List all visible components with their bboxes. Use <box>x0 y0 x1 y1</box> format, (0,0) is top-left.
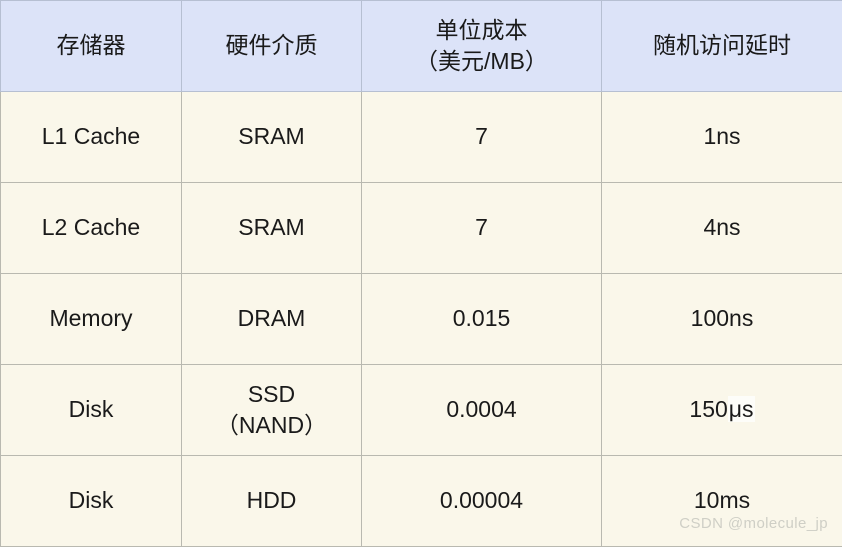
cell-medium-line1: SSD <box>182 379 361 410</box>
table-row: L1 Cache SRAM 7 1ns <box>1 92 842 183</box>
cell-storage: Memory <box>1 274 182 365</box>
column-header-latency: 随机访问延时 <box>602 1 842 92</box>
cell-medium-line1: DRAM <box>182 303 361 334</box>
cell-storage: Disk <box>1 456 182 547</box>
cell-medium: SSD （NAND） <box>182 365 362 456</box>
cell-latency-value: 150 <box>689 396 727 422</box>
cell-storage: Disk <box>1 365 182 456</box>
cell-latency-unit-highlight: μs <box>728 396 755 422</box>
table-row: Disk SSD （NAND） 0.0004 150μs <box>1 365 842 456</box>
cell-unit-cost: 0.00004 <box>362 456 602 547</box>
cell-medium-line2: （NAND） <box>182 410 361 441</box>
cell-unit-cost: 0.015 <box>362 274 602 365</box>
cell-medium: DRAM <box>182 274 362 365</box>
cell-unit-cost: 0.0004 <box>362 365 602 456</box>
column-header-unit-cost: 单位成本 （美元/MB） <box>362 1 602 92</box>
table-body: L1 Cache SRAM 7 1ns L2 Cache SRAM 7 4ns … <box>1 92 842 547</box>
cell-latency: 10ms <box>602 456 842 547</box>
cell-medium: SRAM <box>182 92 362 183</box>
column-header-storage: 存储器 <box>1 1 182 92</box>
cell-storage: L2 Cache <box>1 183 182 274</box>
cell-latency: 4ns <box>602 183 842 274</box>
table-header-row: 存储器 硬件介质 单位成本 （美元/MB） 随机访问延时 <box>1 1 842 92</box>
cell-medium-line1: HDD <box>182 485 361 516</box>
cell-medium: HDD <box>182 456 362 547</box>
storage-hierarchy-table: 存储器 硬件介质 单位成本 （美元/MB） 随机访问延时 L1 Cache SR… <box>0 0 842 547</box>
cell-latency: 1ns <box>602 92 842 183</box>
cell-medium-line1: SRAM <box>182 121 361 152</box>
table-row: L2 Cache SRAM 7 4ns <box>1 183 842 274</box>
cell-unit-cost: 7 <box>362 92 602 183</box>
cell-medium-line1: SRAM <box>182 212 361 243</box>
column-header-unit-cost-line1: 单位成本 <box>362 15 601 46</box>
cell-storage: L1 Cache <box>1 92 182 183</box>
cell-medium: SRAM <box>182 183 362 274</box>
table-row: Disk HDD 0.00004 10ms <box>1 456 842 547</box>
column-header-medium: 硬件介质 <box>182 1 362 92</box>
table-row: Memory DRAM 0.015 100ns <box>1 274 842 365</box>
cell-unit-cost: 7 <box>362 183 602 274</box>
column-header-unit-cost-line2: （美元/MB） <box>362 46 601 77</box>
cell-latency: 100ns <box>602 274 842 365</box>
cell-latency: 150μs <box>602 365 842 456</box>
table-header: 存储器 硬件介质 单位成本 （美元/MB） 随机访问延时 <box>1 1 842 92</box>
